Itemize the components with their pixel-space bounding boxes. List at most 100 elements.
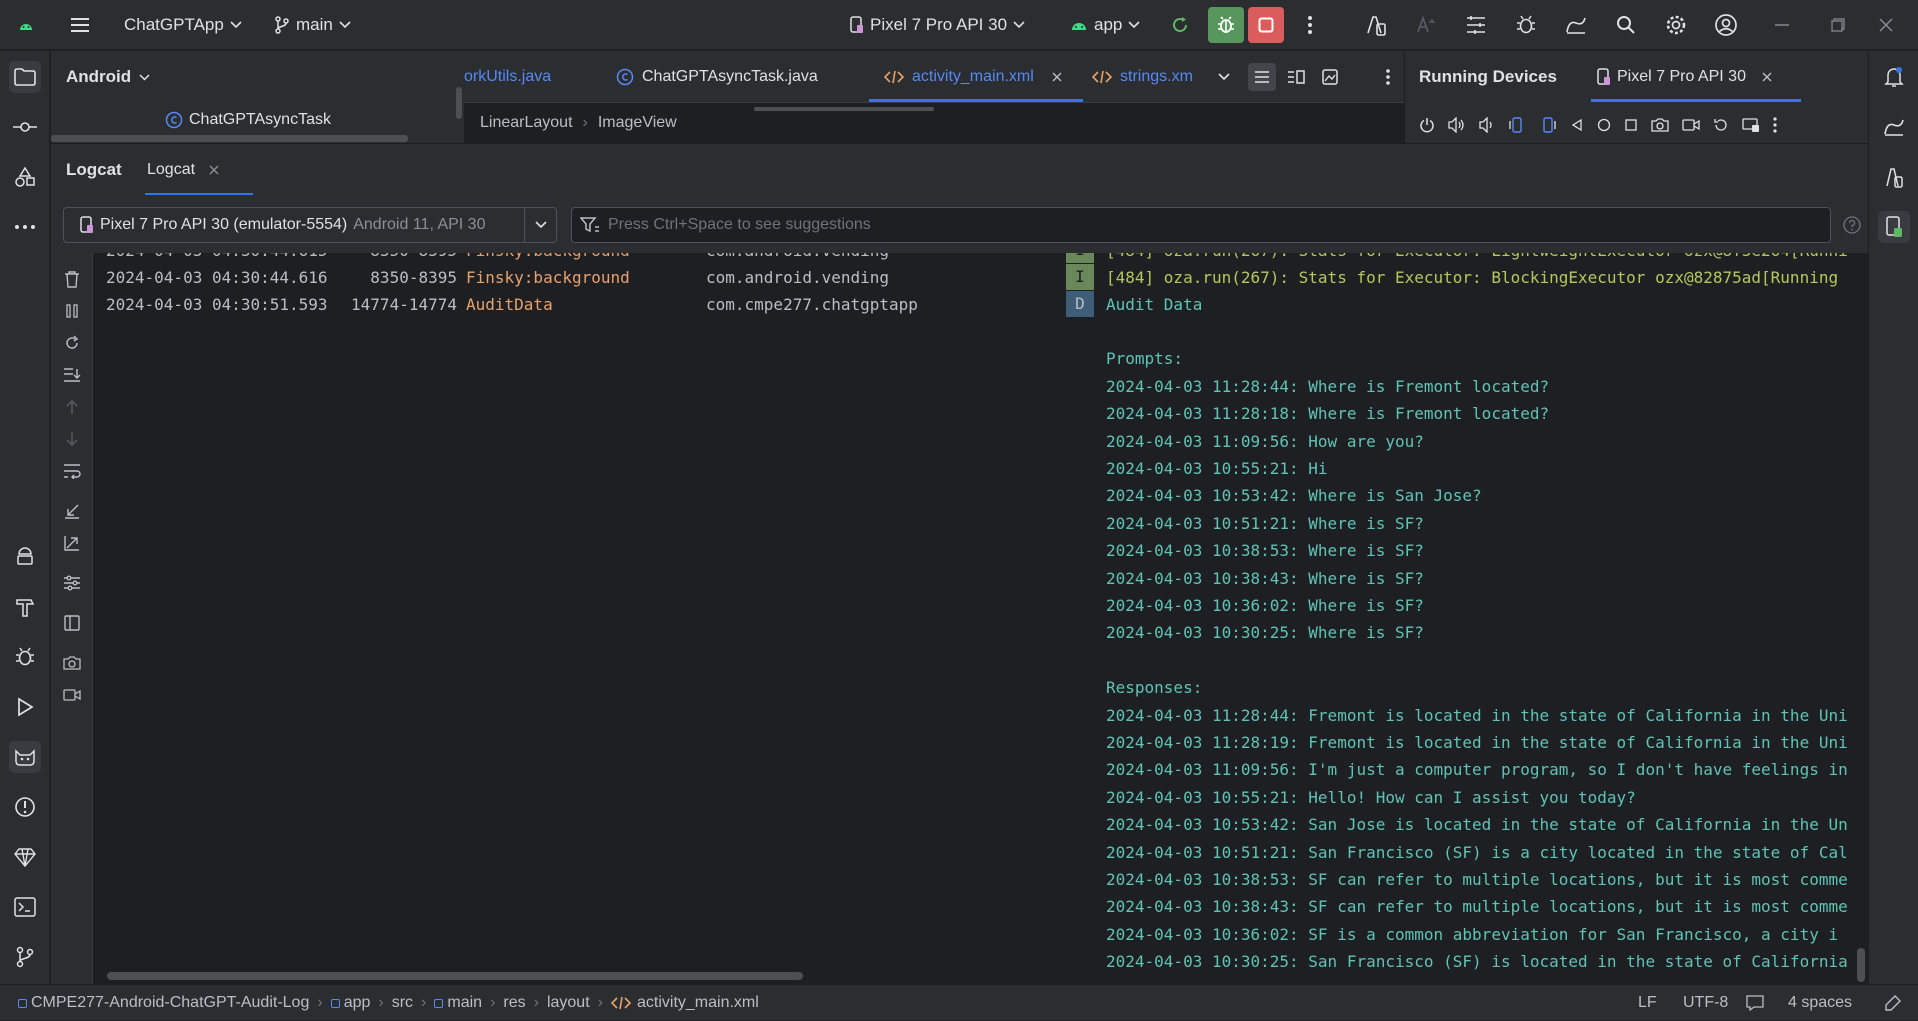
unfold-lines-icon[interactable] [60,531,84,555]
branch-selector[interactable]: main [274,0,351,50]
minimize-window-icon[interactable] [1768,11,1796,39]
up-arrow-icon[interactable] [60,395,84,419]
run-icon[interactable] [9,691,41,723]
path-item-project[interactable]: CMPE277-Android-ChatGPT-Audit-Log [18,994,309,1012]
logcat-settings-icon[interactable] [60,571,84,595]
breadcrumb-item[interactable]: LinearLayout [480,114,573,132]
clear-logcat-trash-icon[interactable] [60,267,84,291]
line-separator[interactable]: LF [1638,985,1657,1021]
design-view-icon[interactable] [1316,63,1344,91]
project-view-selector[interactable]: Android [66,67,150,87]
path-item-app[interactable]: app [330,994,370,1012]
close-tab-icon[interactable] [1762,72,1772,82]
rotate-left-icon[interactable] [1508,117,1526,133]
screen-record-icon[interactable] [60,683,84,707]
logcat-icon[interactable] [9,741,41,773]
extended-controls-icon[interactable] [1742,117,1760,133]
fold-lines-icon[interactable] [60,499,84,523]
code-view-icon[interactable] [1248,63,1276,91]
tree-item-chatgptasynctask[interactable]: ChatGPTAsyncTask [165,111,331,129]
split-panels-icon[interactable] [60,611,84,635]
help-icon[interactable] [1841,214,1863,236]
debug-bug-icon[interactable] [9,641,41,673]
run-config-selector[interactable]: app [1070,0,1140,50]
project-folder-icon[interactable] [9,61,41,93]
logcat-vertical-scrollbar[interactable] [1857,948,1865,982]
editor-more-icon[interactable] [1378,63,1398,91]
settings-gear-icon[interactable] [1662,11,1690,39]
resource-manager-icon[interactable] [9,161,41,193]
path-item-main[interactable]: main [434,994,482,1012]
version-control-icon[interactable] [9,941,41,973]
tab-networkutils[interactable]: orkUtils.java [464,51,551,103]
tab-chatgptasynctask[interactable]: ChatGPTAsyncTask.java [616,51,818,103]
path-item-layout[interactable]: layout [547,994,590,1012]
snapshots-icon[interactable] [1713,117,1729,133]
tab-scrollbar[interactable] [754,107,934,111]
back-icon[interactable] [1570,118,1584,132]
app-quality-insights-icon[interactable] [1878,111,1910,143]
main-menu-icon[interactable] [66,11,94,39]
logcat-horizontal-scrollbar[interactable] [107,972,803,980]
commit-icon[interactable] [9,111,41,143]
more-vertical-icon[interactable] [1773,117,1777,133]
tab-list-chevron-icon[interactable] [1212,65,1236,89]
screenshot-camera-icon[interactable] [1651,117,1669,133]
close-window-icon[interactable] [1872,11,1900,39]
scroll-to-end-icon[interactable] [60,363,84,387]
volume-down-icon[interactable] [1479,117,1495,133]
build-variants-icon[interactable] [9,541,41,573]
path-item-src[interactable]: src [392,994,413,1012]
running-devices-icon[interactable] [1878,211,1910,243]
more-tools-icon[interactable] [9,211,41,243]
close-tab-icon[interactable] [209,165,219,175]
device-selector[interactable]: Pixel 7 Pro API 30 [850,0,1025,50]
path-item-file[interactable]: activity_main.xml [610,994,759,1012]
down-arrow-icon[interactable] [60,427,84,451]
screen-record-icon[interactable] [1682,118,1700,132]
device-tab[interactable]: Pixel 7 Pro API 30 [1597,51,1772,103]
profiler-icon[interactable] [1562,11,1590,39]
rotate-right-icon[interactable] [1539,117,1557,133]
device-file-explorer-icon[interactable] [1878,161,1910,193]
layout-inspector-icon[interactable] [1462,11,1490,39]
device-manager-icon[interactable] [1362,11,1390,39]
power-icon[interactable] [1419,117,1435,133]
stop-button[interactable] [1248,7,1284,43]
gemini-diamond-icon[interactable] [9,841,41,873]
horizontal-scrollbar[interactable] [51,135,408,142]
logcat-output[interactable]: 2024-04-03 04:30:44.615 8350-8395 Finsky… [93,253,1868,984]
split-view-icon[interactable] [1282,63,1310,91]
debug-button[interactable] [1208,7,1244,43]
search-icon[interactable] [1612,11,1640,39]
restore-window-icon[interactable] [1824,11,1852,39]
pause-icon[interactable] [60,299,84,323]
problems-icon[interactable] [9,791,41,823]
apply-changes-icon[interactable] [1166,11,1194,39]
overview-icon[interactable] [1624,118,1638,132]
dropdown-chevron-icon[interactable] [524,208,556,242]
build-hammer-icon[interactable] [9,591,41,623]
home-icon[interactable] [1597,118,1611,132]
tab-activity-main-xml[interactable]: activity_main.xml [884,51,1072,103]
close-tab-icon[interactable] [1052,72,1062,82]
logcat-tab[interactable]: Logcat [147,144,219,196]
restart-icon[interactable] [60,331,84,355]
more-actions-icon[interactable] [1296,11,1324,39]
breadcrumb-item[interactable]: ImageView [598,114,677,132]
volume-up-icon[interactable] [1448,117,1466,133]
path-item-res[interactable]: res [503,994,525,1012]
read-only-lock-icon[interactable] [1884,985,1902,1021]
terminal-icon[interactable] [9,891,41,923]
vertical-scrollbar[interactable] [456,87,462,119]
screenshot-camera-icon[interactable] [60,651,84,675]
notifications-bell-icon[interactable] [1878,61,1910,93]
soft-wrap-icon[interactable] [60,459,84,483]
device-dropdown[interactable]: Pixel 7 Pro API 30 (emulator-5554) Andro… [63,207,557,243]
project-selector[interactable]: ChatGPTApp [124,0,242,50]
account-icon[interactable] [1712,11,1740,39]
bug-report-icon[interactable] [1512,11,1540,39]
indent-setting[interactable]: 4 spaces [1788,985,1852,1021]
logcat-filter-input[interactable]: Press Ctrl+Space to see suggestions [571,207,1831,243]
tab-strings-xml[interactable]: strings.xm [1092,51,1193,103]
